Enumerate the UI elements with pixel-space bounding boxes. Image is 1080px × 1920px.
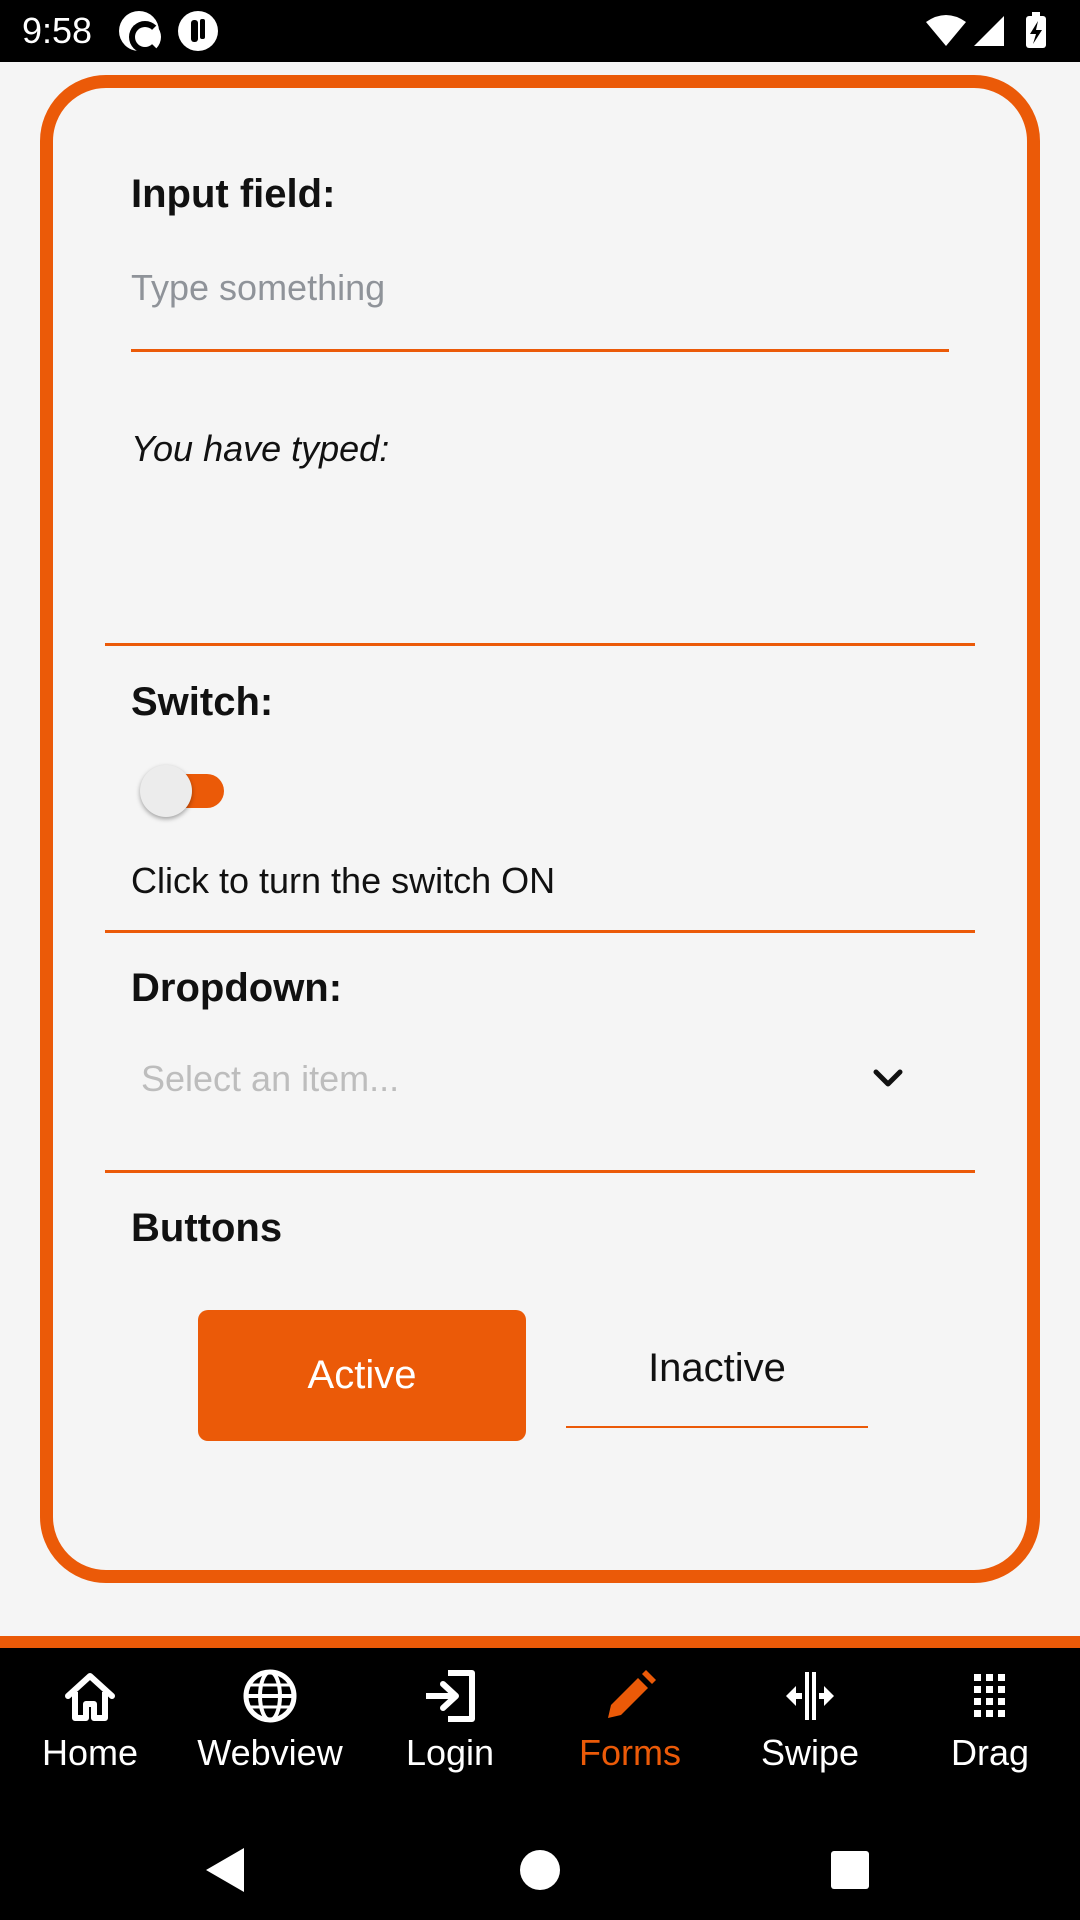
dropdown-label: Dropdown: bbox=[131, 966, 343, 1010]
section-divider bbox=[105, 643, 975, 646]
nav-item-swipe[interactable]: Swipe bbox=[720, 1648, 900, 1818]
nav-label: Forms bbox=[579, 1732, 681, 1773]
section-divider bbox=[105, 930, 975, 933]
nav-item-home[interactable]: Home bbox=[0, 1648, 180, 1818]
toggle-switch[interactable] bbox=[140, 765, 230, 817]
login-icon bbox=[426, 1670, 475, 1722]
nav-label: Drag bbox=[950, 1732, 1030, 1773]
switch-thumb bbox=[140, 765, 192, 817]
chevron-down-icon bbox=[873, 1069, 903, 1087]
dropdown-select[interactable]: Select an item... bbox=[131, 1040, 911, 1120]
nav-item-webview[interactable]: Webview bbox=[180, 1648, 360, 1818]
active-button[interactable]: Active bbox=[198, 1310, 526, 1441]
text-input[interactable] bbox=[131, 250, 941, 326]
nav-label: Home bbox=[41, 1732, 139, 1773]
recents-icon[interactable] bbox=[820, 1840, 880, 1900]
notification-app-icon bbox=[119, 11, 161, 53]
nav-label: Swipe bbox=[760, 1732, 860, 1773]
globe-icon bbox=[243, 1669, 297, 1723]
nav-item-login[interactable]: Login bbox=[360, 1648, 540, 1818]
home-circle-icon[interactable] bbox=[510, 1840, 570, 1900]
back-icon[interactable] bbox=[196, 1840, 256, 1900]
nav-item-forms[interactable]: Forms bbox=[540, 1648, 720, 1818]
typed-result-label: You have typed: bbox=[131, 428, 390, 469]
nav-accent-line bbox=[0, 1636, 1080, 1648]
status-icons bbox=[926, 12, 1046, 48]
input-underline bbox=[131, 349, 949, 352]
battery-icon bbox=[1026, 12, 1046, 48]
system-navigation-bar bbox=[0, 1818, 1080, 1920]
bottom-navigation: Home Webview Login Forms Swipe Drag bbox=[0, 1648, 1080, 1818]
inactive-button[interactable]: Inactive bbox=[566, 1310, 868, 1428]
swipe-icon bbox=[786, 1672, 834, 1720]
switch-label: Switch: bbox=[131, 680, 274, 724]
section-divider bbox=[105, 1170, 975, 1173]
status-bar: 9:58 bbox=[0, 0, 1080, 62]
signal-icon bbox=[974, 16, 1004, 46]
grid-icon bbox=[974, 1674, 1005, 1717]
switch-status-text: Click to turn the switch ON bbox=[131, 860, 556, 901]
wifi-icon bbox=[926, 15, 966, 46]
dropdown-placeholder: Select an item... bbox=[141, 1058, 400, 1099]
buttons-label: Buttons bbox=[131, 1206, 283, 1250]
input-field-label: Input field: bbox=[131, 172, 336, 216]
nav-label: Webview bbox=[197, 1732, 343, 1773]
nav-item-drag[interactable]: Drag bbox=[900, 1648, 1080, 1818]
home-icon bbox=[65, 1673, 115, 1721]
notification-app-icon bbox=[178, 11, 218, 51]
pencil-icon bbox=[608, 1670, 656, 1718]
nav-label: Login bbox=[405, 1732, 495, 1773]
status-time: 9:58 bbox=[22, 10, 93, 51]
